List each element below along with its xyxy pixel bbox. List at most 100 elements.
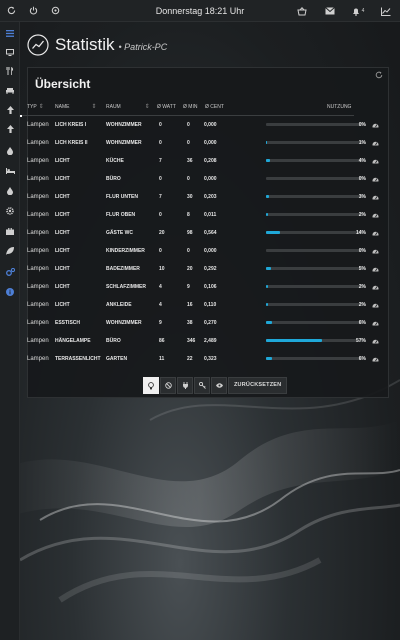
filter-toolbar: ZURÜCKSETZEN — [143, 377, 288, 394]
col-watt[interactable]: Ø WATT — [157, 102, 176, 116]
mail-icon[interactable] — [316, 0, 344, 22]
col-min-label: Ø MIN — [183, 104, 198, 110]
gear-icon — [6, 207, 14, 215]
sidebar-item-bedroom[interactable] — [0, 163, 20, 179]
cell-min: 36 — [187, 158, 193, 164]
col-min[interactable]: Ø MIN — [183, 102, 197, 116]
sidebar-item-list[interactable] — [0, 25, 20, 41]
gauge-icon[interactable] — [372, 140, 379, 146]
gauge-icon[interactable] — [372, 158, 379, 164]
cell-watt: 4 — [159, 302, 162, 308]
table-row[interactable]: 1LampenLICH KREIS IWOHNZIMMER000,0000% — [7, 116, 379, 134]
gauge-icon[interactable] — [372, 194, 379, 200]
gears-icon — [5, 268, 15, 276]
table-row[interactable]: 3LampenLICHTKÜCHE7360,2084% — [7, 152, 379, 170]
gauge-icon[interactable] — [372, 356, 379, 362]
table-row[interactable]: 11LampenLICHTANKLEIDE4160,1102% — [7, 296, 379, 314]
cell-min: 98 — [187, 230, 193, 236]
sidebar-item-kitchen[interactable] — [0, 63, 20, 79]
cell-watt: 0 — [159, 140, 162, 146]
eye-icon — [215, 383, 223, 388]
filter-plugs-button[interactable] — [177, 377, 193, 394]
reset-button[interactable]: ZURÜCKSETZEN — [228, 377, 288, 394]
filter-lamps-button[interactable] — [143, 377, 159, 394]
gauge-icon[interactable] — [372, 320, 379, 326]
sidebar-item-upstairs[interactable] — [0, 102, 20, 118]
bed-icon — [5, 168, 15, 174]
bulb-icon — [148, 381, 154, 389]
sidebar-item-system[interactable] — [0, 264, 20, 280]
basket-icon[interactable] — [288, 0, 316, 22]
sidebar-item-info[interactable] — [0, 284, 20, 300]
table-row[interactable]: 4LampenLICHTBÜRO000,0000% — [7, 170, 379, 188]
usage-percent: 4% — [358, 158, 366, 164]
arrow-up-icon — [6, 125, 14, 133]
sidebar-item-living[interactable] — [0, 82, 20, 98]
chart-icon[interactable] — [372, 0, 400, 22]
settings-icon[interactable] — [44, 0, 66, 22]
sidebar-item-office[interactable] — [0, 223, 20, 239]
gauge-icon[interactable] — [372, 176, 379, 182]
bell-icon[interactable]: 4 — [344, 0, 372, 22]
gauge-icon[interactable] — [372, 266, 379, 272]
cell-min: 22 — [187, 356, 193, 362]
refresh-icon[interactable] — [0, 0, 22, 22]
cell-name: LICHT — [55, 230, 70, 236]
info-icon — [6, 288, 14, 296]
col-typ[interactable]: TYP ⇕ — [27, 102, 44, 116]
cell-min: 0 — [187, 140, 190, 146]
col-nutzung[interactable]: NUTZUNG — [327, 102, 351, 116]
gauge-icon[interactable] — [372, 338, 379, 344]
sidebar-item-water[interactable] — [0, 183, 20, 199]
table-row[interactable]: 9LampenLICHTBADEZIMMER10200,2925% — [7, 260, 379, 278]
cell-watt: 9 — [159, 320, 162, 326]
filter-disabled-button[interactable] — [160, 377, 176, 394]
usage-percent: 6% — [358, 356, 366, 362]
filter-eye-button[interactable] — [211, 377, 227, 394]
gauge-icon[interactable] — [372, 248, 379, 254]
table-row[interactable]: 2LampenLICH KREIS IIWOHNZIMMER000,0001% — [7, 134, 379, 152]
table-row[interactable]: 7LampenLICHTGÄSTE WC20980,56414% — [7, 224, 379, 242]
top-bar: Donnerstag 18:21 Uhr 4 — [0, 0, 400, 22]
table-row[interactable]: 5LampenLICHTFLUR UNTEN7300,2033% — [7, 188, 379, 206]
gauge-icon[interactable] — [372, 212, 379, 218]
sidebar-item-settings[interactable] — [0, 203, 20, 219]
sidebar-item-garden[interactable] — [0, 243, 20, 259]
cell-cent: 0,106 — [204, 284, 217, 290]
usage-percent: 0% — [358, 176, 366, 182]
col-name[interactable]: NAME ⇕ — [55, 102, 96, 116]
cell-name: LICHT — [55, 248, 70, 254]
cell-raum: KINDERZIMMER — [106, 248, 145, 254]
gauge-icon[interactable] — [372, 122, 379, 128]
sidebar-item-heating[interactable] — [0, 143, 20, 159]
col-cent[interactable]: Ø CENT — [205, 102, 224, 116]
table-row[interactable]: 12LampenESSTISCHWOHNZIMMER9380,2706% — [7, 314, 379, 332]
cell-watt: 7 — [159, 158, 162, 164]
table-row[interactable]: 15LampenTERRASSENLICHTGARTEN11220,3236% — [7, 350, 379, 368]
gauge-icon[interactable] — [372, 284, 379, 290]
cell-name: LICH KREIS II — [55, 140, 88, 146]
col-raum[interactable]: RAUM ⇕ — [106, 102, 150, 116]
power-icon[interactable] — [22, 0, 44, 22]
filter-key-button[interactable] — [194, 377, 210, 394]
notification-count: 4 — [361, 8, 365, 14]
cell-raum: SCHLAFZIMMER — [106, 284, 146, 290]
gauge-icon[interactable] — [372, 230, 379, 236]
cell-name: LICHT — [55, 266, 70, 272]
col-cent-label: Ø CENT — [205, 104, 224, 110]
sidebar-item-monitor[interactable] — [0, 44, 20, 60]
gauge-icon[interactable] — [372, 302, 379, 308]
cell-name: ESSTISCH — [55, 320, 81, 326]
cell-min: 38 — [187, 320, 193, 326]
usage-percent: 0% — [358, 248, 366, 254]
cell-cent: 0,000 — [204, 248, 217, 254]
cell-cent: 0,323 — [204, 356, 217, 362]
table-row[interactable]: 6LampenLICHTFLUR OBEN080,0112% — [7, 206, 379, 224]
usage-bar-fill — [266, 231, 280, 234]
table-row[interactable]: 10LampenLICHTSCHLAFZIMMER490,1062% — [7, 278, 379, 296]
cell-raum: WOHNZIMMER — [106, 122, 142, 128]
table-row[interactable]: 8LampenLICHTKINDERZIMMER000,0000% — [7, 242, 379, 260]
sidebar-item-attic[interactable] — [0, 121, 20, 137]
panel-refresh-icon[interactable] — [375, 71, 383, 79]
table-row[interactable]: 13LampenHÄNGELAMPEBÜRO863462,48957% — [7, 332, 379, 350]
